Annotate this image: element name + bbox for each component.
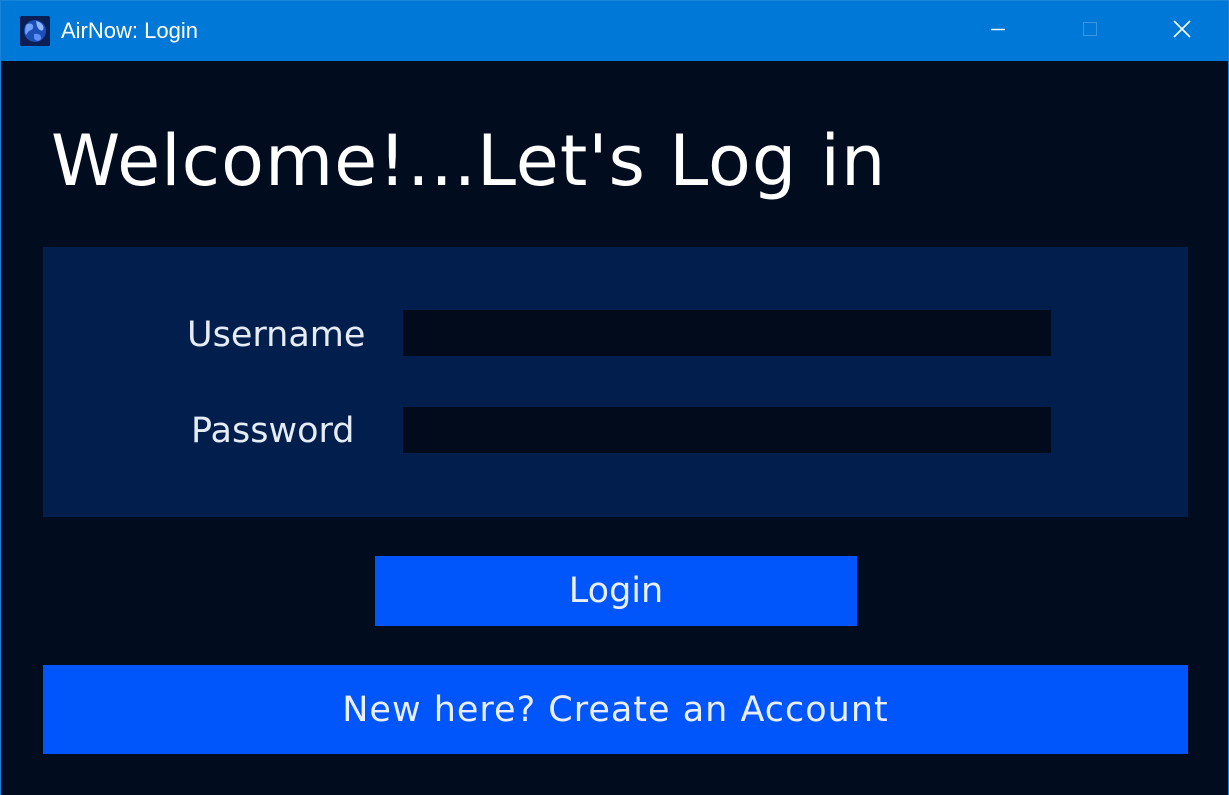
minimize-button[interactable] xyxy=(952,1,1044,61)
maximize-icon xyxy=(1082,21,1098,41)
create-account-button[interactable]: New here? Create an Account xyxy=(43,665,1188,754)
content-area: Welcome!...Let's Log in Username Passwor… xyxy=(1,61,1228,795)
title-bar[interactable]: AirNow: Login xyxy=(1,1,1228,61)
airnow-globe-icon xyxy=(20,16,50,46)
login-form-panel: Username Password xyxy=(43,247,1188,517)
page-title: Welcome!...Let's Log in xyxy=(51,120,887,202)
login-button[interactable]: Login xyxy=(375,556,857,626)
close-icon xyxy=(1173,20,1191,42)
password-input[interactable] xyxy=(403,407,1051,453)
username-label: Username xyxy=(187,315,366,355)
login-window: AirNow: Login Welcome!...Let's Log in Us… xyxy=(0,0,1229,795)
close-button[interactable] xyxy=(1136,1,1228,61)
username-input[interactable] xyxy=(403,310,1051,356)
window-title: AirNow: Login xyxy=(61,18,198,43)
maximize-button[interactable] xyxy=(1044,1,1136,61)
minimize-icon xyxy=(990,21,1006,41)
password-label: Password xyxy=(191,411,355,451)
